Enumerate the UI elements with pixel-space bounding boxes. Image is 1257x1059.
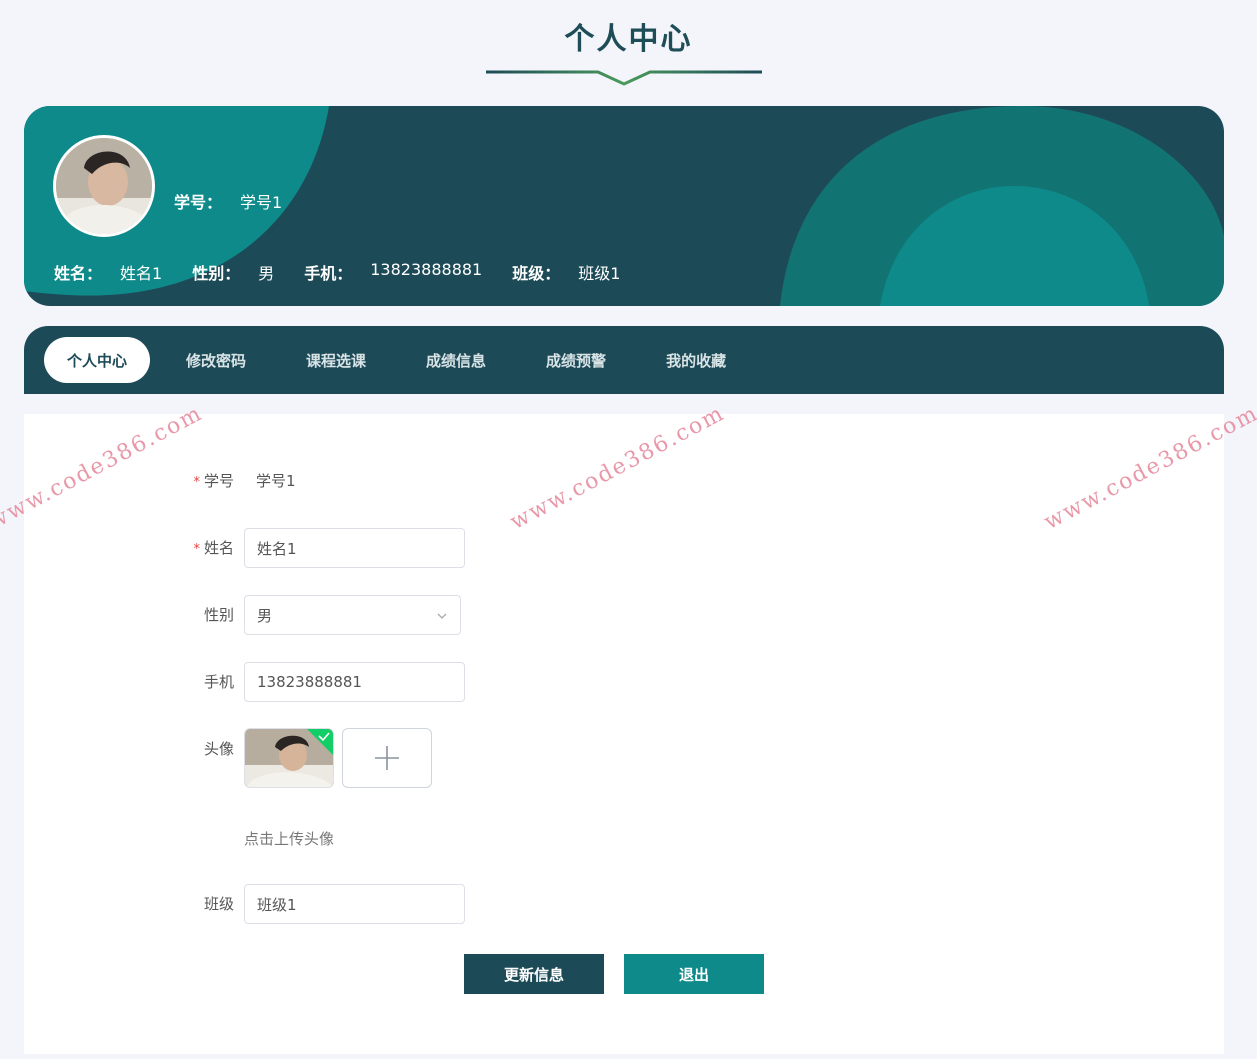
watermark-left: www.code386.com <box>0 400 207 535</box>
name-input[interactable]: 姓名1 <box>244 528 465 568</box>
student-id-field-label: * 学号 <box>193 472 234 490</box>
phone-label: 手机： <box>304 264 353 283</box>
phone-input[interactable]: 13823888881 <box>244 662 465 702</box>
tab-my-favorites[interactable]: 我的收藏 <box>642 337 750 383</box>
gender-field-label: 性别 <box>203 606 234 624</box>
name-input-value: 姓名1 <box>257 539 297 558</box>
gender-select-value: 男 <box>257 606 273 625</box>
phone-field-label: 手机 <box>203 673 234 691</box>
title-underline-decoration <box>486 70 762 86</box>
page: 个人中心 学号： 学号1 姓名： 姓名1 性别： 男 手机： 138238888… <box>0 0 1257 1059</box>
avatar[interactable] <box>53 135 155 237</box>
required-mark: * <box>193 542 200 557</box>
class-label: 班级： <box>512 264 561 283</box>
banner-student-id: 学号： 学号1 <box>174 189 282 213</box>
phone-input-value: 13823888881 <box>257 673 362 691</box>
upload-avatar-button[interactable] <box>342 728 432 788</box>
gender-label: 性别： <box>192 264 241 283</box>
tab-change-password[interactable]: 修改密码 <box>162 337 270 383</box>
required-mark: * <box>193 475 200 490</box>
name-label: 姓名： <box>54 264 103 283</box>
profile-form: www.code386.com www.code386.com www.code… <box>0 401 1257 1054</box>
avatar-thumbnail[interactable] <box>244 728 334 788</box>
tab-bar: 个人中心 修改密码 课程选课 成绩信息 成绩预警 我的收藏 <box>24 326 1224 394</box>
watermark-center: www.code386.com <box>506 400 729 535</box>
profile-banner: 学号： 学号1 姓名： 姓名1 性别： 男 手机： 13823888881 班级… <box>24 106 1224 306</box>
tab-grade-info[interactable]: 成绩信息 <box>402 337 510 383</box>
student-id-field-value: 学号1 <box>256 472 296 490</box>
tab-course-selection[interactable]: 课程选课 <box>282 337 390 383</box>
student-id-value: 学号1 <box>240 193 283 212</box>
gender-value: 男 <box>258 264 275 283</box>
check-icon <box>307 729 333 755</box>
plus-icon <box>375 746 399 770</box>
phone-value: 13823888881 <box>370 260 483 279</box>
avatar-field-label: 头像 <box>203 740 234 758</box>
tab-grade-warning[interactable]: 成绩预警 <box>522 337 630 383</box>
page-title: 个人中心 <box>564 22 693 57</box>
watermark-right: www.code386.com <box>1040 400 1257 535</box>
upload-hint: 点击上传头像 <box>244 830 335 848</box>
banner-info-row: 姓名： 姓名1 性别： 男 手机： 13823888881 班级： 班级1 <box>54 260 650 284</box>
exit-button[interactable]: 退出 <box>624 954 764 994</box>
class-input[interactable]: 班级1 <box>244 884 465 924</box>
class-field-label: 班级 <box>203 895 234 913</box>
tab-personal-center[interactable]: 个人中心 <box>44 337 150 383</box>
gender-select[interactable]: 男 <box>244 595 461 635</box>
class-value: 班级1 <box>578 264 621 283</box>
name-field-label: * 姓名 <box>193 539 234 557</box>
student-id-label: 学号： <box>174 193 223 212</box>
update-info-button[interactable]: 更新信息 <box>464 954 604 994</box>
chevron-down-icon <box>437 613 447 619</box>
name-value: 姓名1 <box>120 264 163 283</box>
class-input-value: 班级1 <box>257 895 297 914</box>
